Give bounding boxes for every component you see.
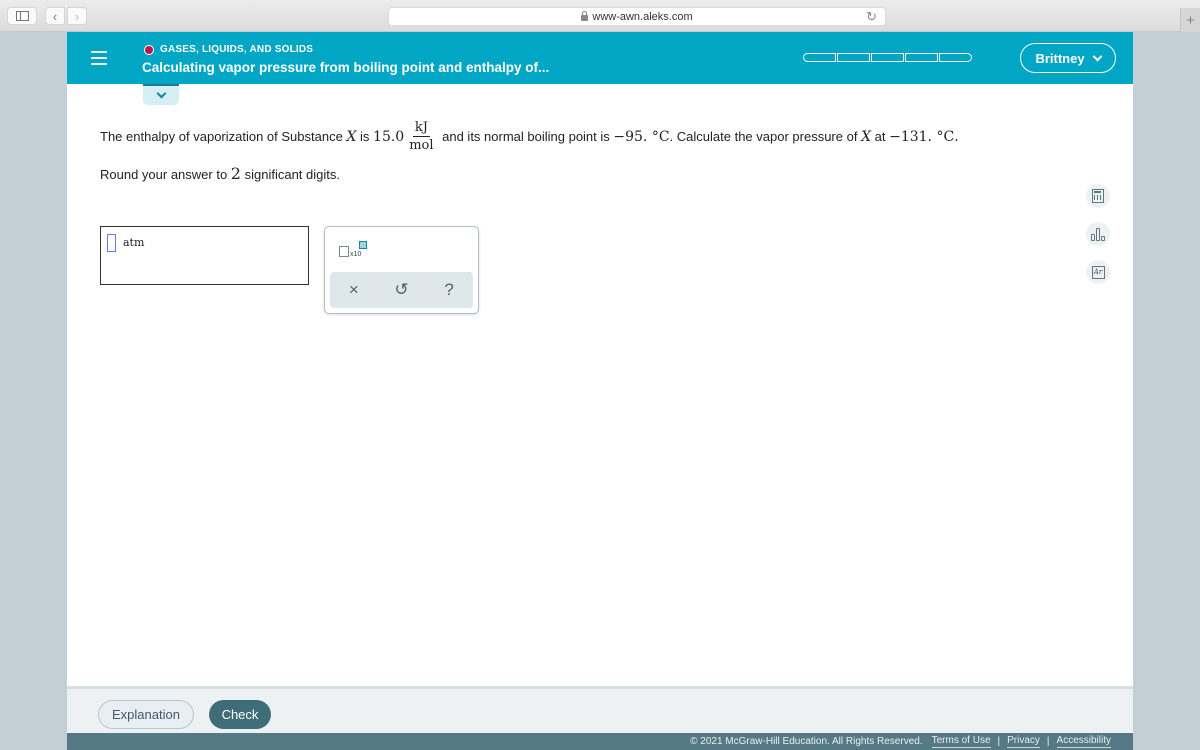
progress-segment — [803, 53, 836, 62]
calculator-icon — [1092, 189, 1104, 203]
topic-status-dot — [144, 44, 154, 55]
aleks-app: GASES, LIQUIDS, AND SOLIDS Calculating v… — [67, 32, 1133, 750]
chevron-left-icon: ‹ — [52, 8, 58, 24]
fraction-numerator: kJ — [412, 120, 430, 137]
plus-icon: + — [1186, 11, 1195, 29]
data-chart-button[interactable] — [1086, 222, 1110, 246]
copyright-text: © 2021 McGraw-Hill Education. All Rights… — [690, 736, 923, 747]
chevron-right-icon: › — [74, 8, 80, 24]
question-text-part: and its normal boiling point is — [438, 129, 614, 144]
periodic-table-icon: Ar — [1091, 265, 1105, 279]
scientific-notation-button[interactable]: x10 — [337, 237, 377, 261]
footer-separator: | — [997, 736, 1001, 747]
periodic-table-button[interactable]: Ar — [1086, 260, 1110, 284]
terms-link[interactable]: Terms of Use — [931, 735, 991, 748]
app-header: GASES, LIQUIDS, AND SOLIDS Calculating v… — [67, 32, 1133, 84]
question-text-part: . Calculate the vapor pressure of — [669, 129, 862, 144]
fraction-denominator: mol — [409, 138, 434, 153]
user-menu-button[interactable]: Brittney — [1020, 43, 1116, 73]
lesson-title: Calculating vapor pressure from boiling … — [142, 60, 550, 75]
footer-separator: | — [1046, 736, 1050, 747]
calculator-button[interactable] — [1086, 184, 1110, 208]
answer-input-box[interactable]: atm — [100, 226, 309, 285]
help-button[interactable]: ? — [434, 280, 464, 300]
explanation-button[interactable]: Explanation — [98, 700, 194, 729]
url-text: www-awn.aleks.com — [592, 10, 693, 23]
progress-segment — [871, 53, 904, 62]
question-text-part: . — [954, 128, 959, 145]
sidebar-toggle-button[interactable] — [7, 7, 37, 25]
answer-unit: atm — [123, 236, 145, 249]
rounding-text: significant digits. — [240, 167, 340, 182]
keypad-actions: × ↺ ? — [330, 272, 473, 308]
lock-icon — [581, 10, 589, 21]
question-text-part: The enthalpy of vaporization of Substanc… — [100, 129, 347, 144]
question-text-part: at — [871, 129, 890, 144]
bar-chart-icon — [1090, 227, 1106, 241]
sig-figs-value: 2 — [230, 164, 241, 183]
topic-row: GASES, LIQUIDS, AND SOLIDS — [144, 44, 313, 55]
menu-icon[interactable] — [91, 51, 107, 65]
rounding-text: Round your answer to — [100, 167, 231, 182]
base-box-icon — [339, 246, 349, 257]
answer-input-slot[interactable] — [107, 234, 116, 252]
reload-icon[interactable]: ↻ — [866, 9, 877, 25]
address-bar[interactable]: www-awn.aleks.com ↻ — [388, 7, 886, 26]
question-text: The enthalpy of vaporization of Substanc… — [100, 120, 1000, 153]
expand-header-button[interactable] — [143, 84, 179, 105]
progress-bar — [803, 53, 973, 62]
forward-button[interactable]: › — [67, 7, 87, 25]
clear-button[interactable]: × — [339, 280, 369, 300]
new-tab-button[interactable]: + — [1180, 8, 1200, 32]
chevron-down-icon — [156, 88, 166, 99]
substance-variable: X — [861, 128, 872, 145]
target-temperature-value: −131. °C — [889, 128, 955, 145]
exponent-box-icon — [359, 241, 367, 249]
undo-button[interactable]: ↺ — [386, 280, 416, 300]
enthalpy-value: 15.0 — [373, 128, 405, 145]
topic-label: GASES, LIQUIDS, AND SOLIDS — [160, 44, 314, 55]
math-keypad: x10 × ↺ ? — [324, 226, 479, 314]
substance-variable: X — [346, 128, 357, 145]
back-button[interactable]: ‹ — [45, 7, 65, 25]
sidebar-icon — [15, 11, 29, 21]
progress-segment — [837, 53, 870, 62]
question-text-part: is — [356, 129, 374, 144]
x10-label: x10 — [350, 251, 362, 258]
privacy-link[interactable]: Privacy — [1007, 735, 1040, 748]
user-name: Brittney — [1035, 50, 1085, 66]
rounding-instruction: Round your answer to 2 significant digit… — [100, 164, 340, 183]
progress-segment — [905, 53, 938, 62]
accessibility-link[interactable]: Accessibility — [1056, 735, 1111, 748]
boiling-point-value: −95. °C — [613, 128, 670, 145]
enthalpy-unit-fraction: kJ mol — [409, 120, 433, 153]
progress-segment — [939, 53, 972, 62]
footer: © 2021 McGraw-Hill Education. All Rights… — [67, 733, 1133, 750]
browser-toolbar: ‹ › www-awn.aleks.com ↻ + — [0, 0, 1200, 32]
tool-sidebar: Ar — [1086, 184, 1110, 298]
chevron-down-icon — [1092, 51, 1103, 61]
action-bar: Explanation Check — [67, 686, 1133, 733]
check-button[interactable]: Check — [209, 700, 271, 729]
